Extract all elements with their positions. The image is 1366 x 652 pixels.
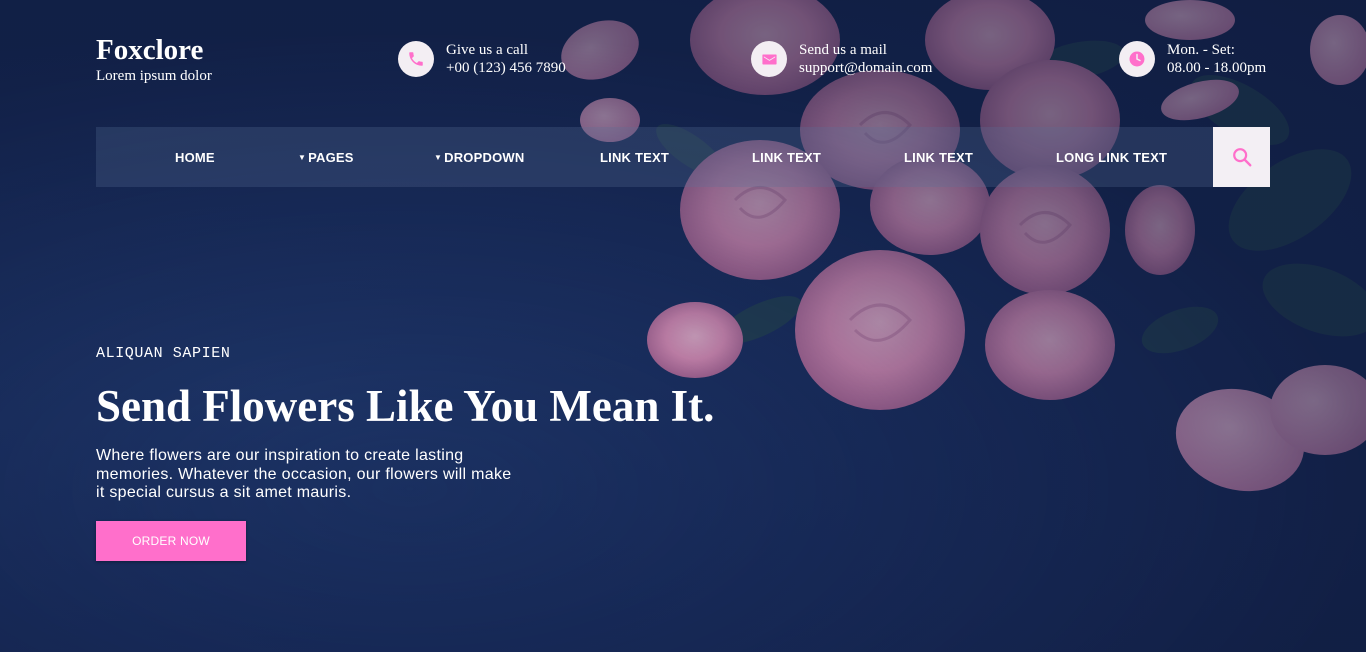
nav-item-dropdown[interactable]: ▼ DROPDOWN xyxy=(434,127,524,187)
contact-hours-value: 08.00 - 18.00pm xyxy=(1167,60,1267,76)
contact-mail: Send us a mail support@domain.com xyxy=(751,41,932,77)
site-tagline: Lorem ipsum dolor xyxy=(96,68,212,84)
contact-hours-label: Mon. - Set: xyxy=(1167,42,1235,58)
contact-mail-label: Send us a mail xyxy=(799,42,887,58)
mail-icon xyxy=(751,41,787,77)
main-nav: HOME ▼ PAGES ▼ DROPDOWN LINK TEXT LINK T… xyxy=(96,127,1270,187)
nav-item-label: DROPDOWN xyxy=(444,149,525,165)
contact-call-label: Give us a call xyxy=(446,42,529,58)
caret-down-icon: ▼ xyxy=(434,152,443,162)
contact-hours: Mon. - Set: 08.00 - 18.00pm xyxy=(1119,41,1266,77)
phone-icon xyxy=(398,41,434,77)
clock-icon xyxy=(1119,41,1155,77)
contact-call: Give us a call +00 (123) 456 7890 xyxy=(398,41,566,77)
hero-headline: Send Flowers Like You Mean It. xyxy=(96,381,715,431)
nav-item-label: LINK TEXT xyxy=(904,149,973,165)
order-now-button[interactable]: ORDER NOW xyxy=(96,521,246,561)
nav-item-link-3[interactable]: LINK TEXT xyxy=(904,127,973,187)
nav-item-home[interactable]: HOME xyxy=(175,127,215,187)
hero-description: Where flowers are our inspiration to cre… xyxy=(96,447,512,501)
site-logo-text[interactable]: Foxclore xyxy=(96,34,212,66)
caret-down-icon: ▼ xyxy=(298,152,307,162)
nav-item-label: PAGES xyxy=(308,149,354,165)
contact-mail-address[interactable]: support@domain.com xyxy=(799,59,932,77)
nav-item-link-2[interactable]: LINK TEXT xyxy=(752,127,821,187)
nav-item-label: LINK TEXT xyxy=(752,149,821,165)
nav-item-long-link[interactable]: LONG LINK TEXT xyxy=(1056,127,1167,187)
contact-call-number[interactable]: +00 (123) 456 7890 xyxy=(446,59,566,77)
nav-item-label: HOME xyxy=(175,149,215,165)
hero-eyebrow: ALIQUAN SAPIEN xyxy=(96,345,231,362)
nav-item-pages[interactable]: ▼ PAGES xyxy=(298,127,354,187)
search-button[interactable] xyxy=(1213,127,1270,187)
nav-item-label: LONG LINK TEXT xyxy=(1056,149,1168,165)
search-icon xyxy=(1232,148,1251,167)
brand[interactable]: Foxclore Lorem ipsum dolor xyxy=(96,34,212,86)
nav-item-label: LINK TEXT xyxy=(600,149,669,165)
nav-item-link-1[interactable]: LINK TEXT xyxy=(600,127,669,187)
